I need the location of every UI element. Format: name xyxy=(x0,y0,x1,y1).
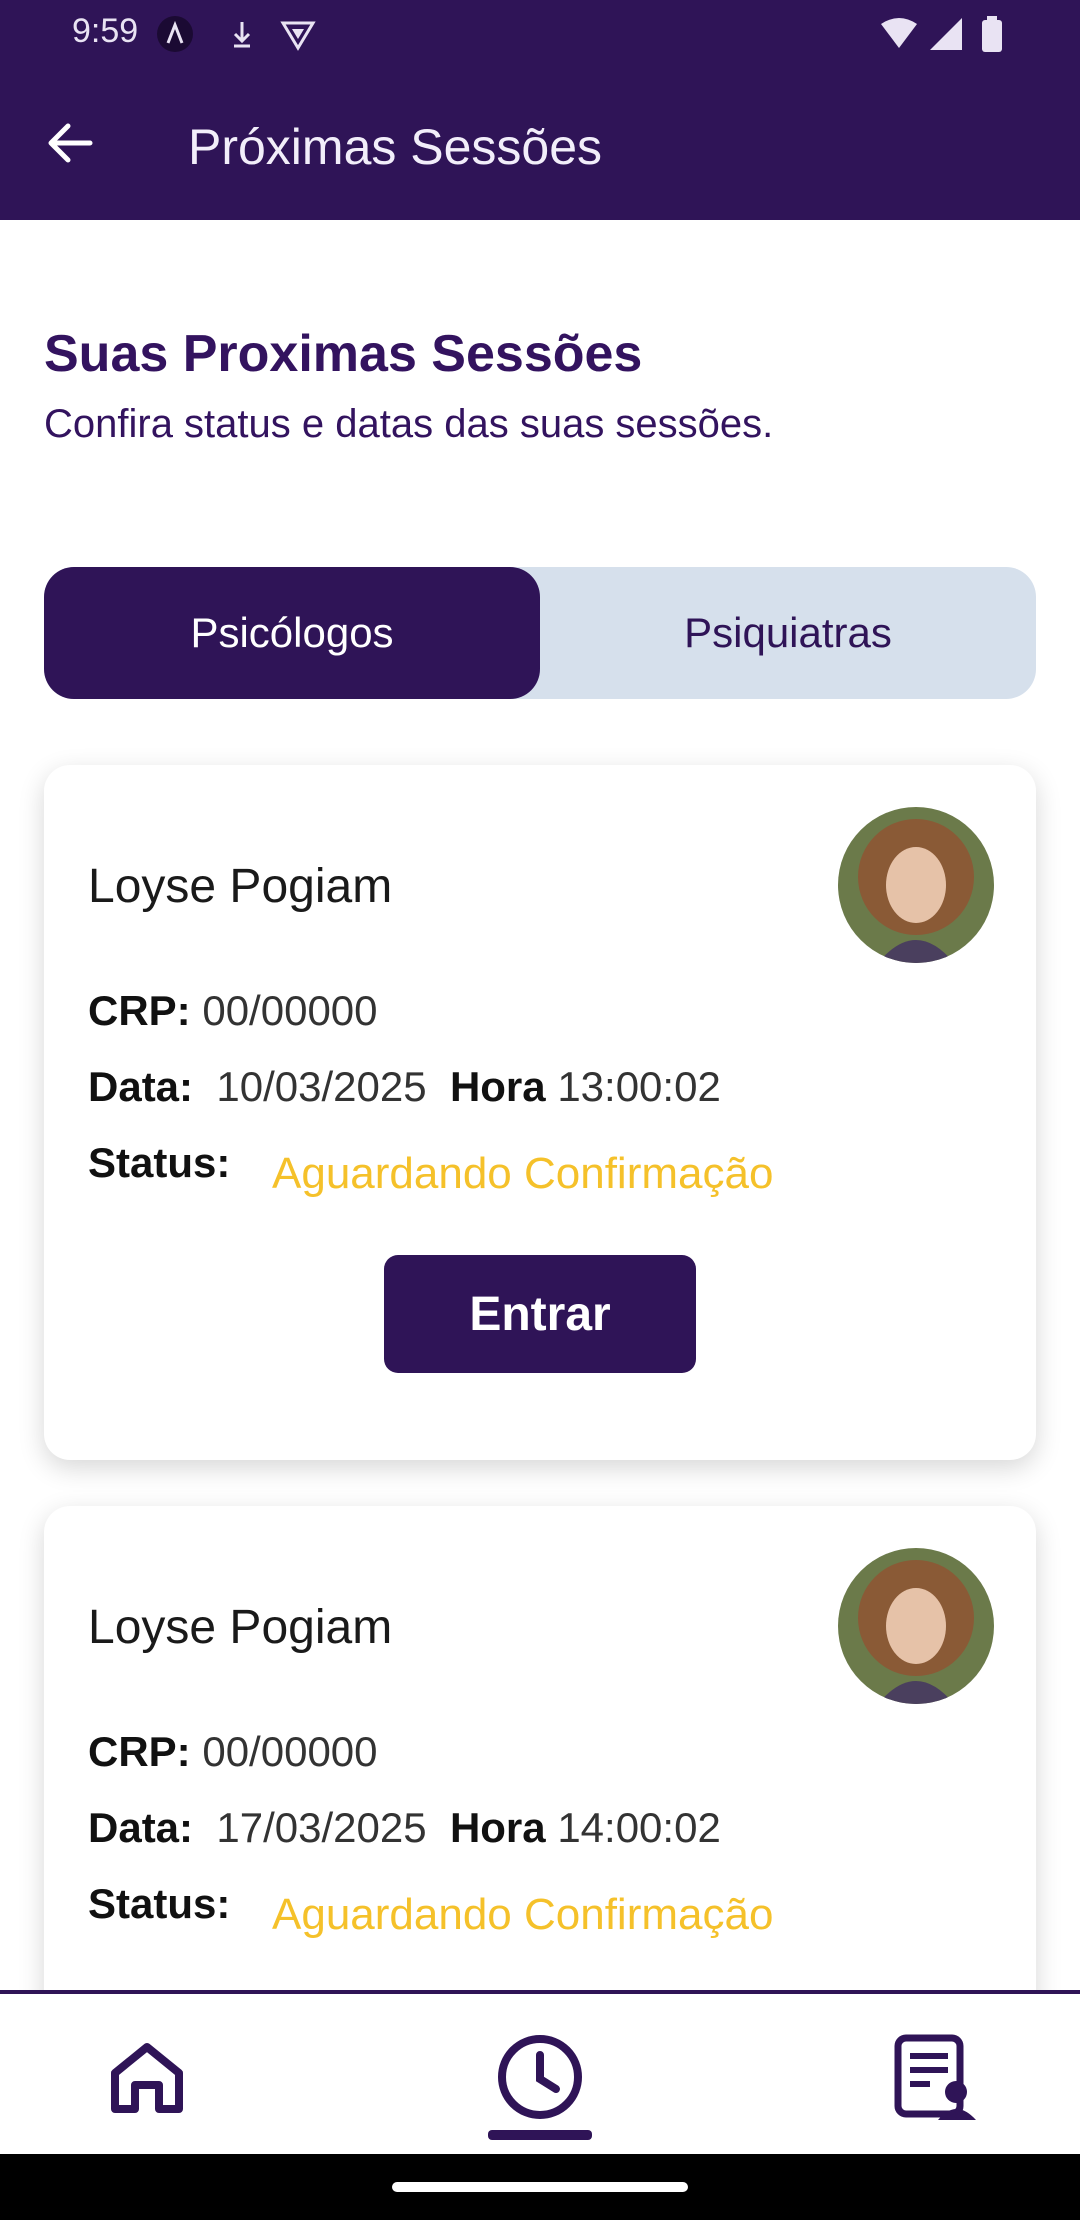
time-value: 13:00:02 xyxy=(557,1063,721,1110)
avatar xyxy=(838,1548,994,1704)
status-time: 9:59 xyxy=(72,12,139,50)
crp-label: CRP: xyxy=(88,987,191,1034)
session-card: Loyse Pogiam CRP: 00/00000 Data: 17/03/2… xyxy=(44,1506,1036,2026)
system-navigation-bar xyxy=(0,2154,1080,2220)
home-icon xyxy=(111,2043,183,2113)
crp-value: 00/00000 xyxy=(202,1728,378,1775)
date-label: Data: xyxy=(88,1063,194,1110)
date-value: 17/03/2025 xyxy=(216,1804,427,1851)
download-notification-icon xyxy=(233,22,251,48)
home-gesture-handle[interactable] xyxy=(392,2182,688,2192)
tab-psiquiatras[interactable]: Psiquiatras xyxy=(540,567,1036,699)
nav-sessions-button[interactable] xyxy=(485,2022,595,2132)
back-arrow-icon[interactable] xyxy=(40,112,102,174)
time-value: 14:00:02 xyxy=(557,1804,721,1851)
wifi-icon xyxy=(881,18,917,48)
nav-records-button[interactable] xyxy=(880,2022,990,2132)
section-heading: Suas Proximas Sessões xyxy=(44,325,643,383)
time-label: Hora xyxy=(449,1804,546,1851)
clock-icon xyxy=(498,2035,582,2119)
app-bar: Próximas Sessões xyxy=(0,64,1080,220)
avatar xyxy=(838,807,994,963)
records-icon xyxy=(894,2034,976,2120)
status-badge: Aguardando Confirmação xyxy=(272,1149,774,1198)
session-card: Loyse Pogiam CRP: 00/00000 Data: 10/03/2… xyxy=(44,765,1036,1460)
nav-home-button[interactable] xyxy=(92,2022,202,2132)
app-notification-icon xyxy=(157,16,193,52)
enter-session-button[interactable]: Entrar xyxy=(384,1255,696,1373)
time-label: Hora xyxy=(449,1063,546,1110)
page-title: Próximas Sessões xyxy=(188,119,603,175)
crp-label: CRP: xyxy=(88,1728,191,1775)
signal-icon xyxy=(930,18,962,50)
tab-psicologos[interactable]: Psicólogos xyxy=(44,567,540,699)
status-label: Status: xyxy=(88,1139,231,1186)
date-value: 10/03/2025 xyxy=(216,1063,427,1110)
specialty-tabs: Psicólogos Psiquiatras xyxy=(44,567,1036,699)
battery-icon xyxy=(982,16,1002,52)
active-nav-indicator xyxy=(488,2130,592,2140)
status-bar: 9:59 xyxy=(0,0,1080,64)
crp-value: 00/00000 xyxy=(202,987,378,1034)
bottom-navigation xyxy=(0,1990,1080,2154)
status-badge: Aguardando Confirmação xyxy=(272,1890,774,1939)
date-label: Data: xyxy=(88,1804,194,1851)
section-subheading: Confira status e datas das suas sessões. xyxy=(44,402,774,446)
professional-name: Loyse Pogiam xyxy=(88,1601,393,1654)
status-label: Status: xyxy=(88,1880,231,1927)
professional-name: Loyse Pogiam xyxy=(88,860,393,913)
shield-notification-icon xyxy=(280,21,316,51)
